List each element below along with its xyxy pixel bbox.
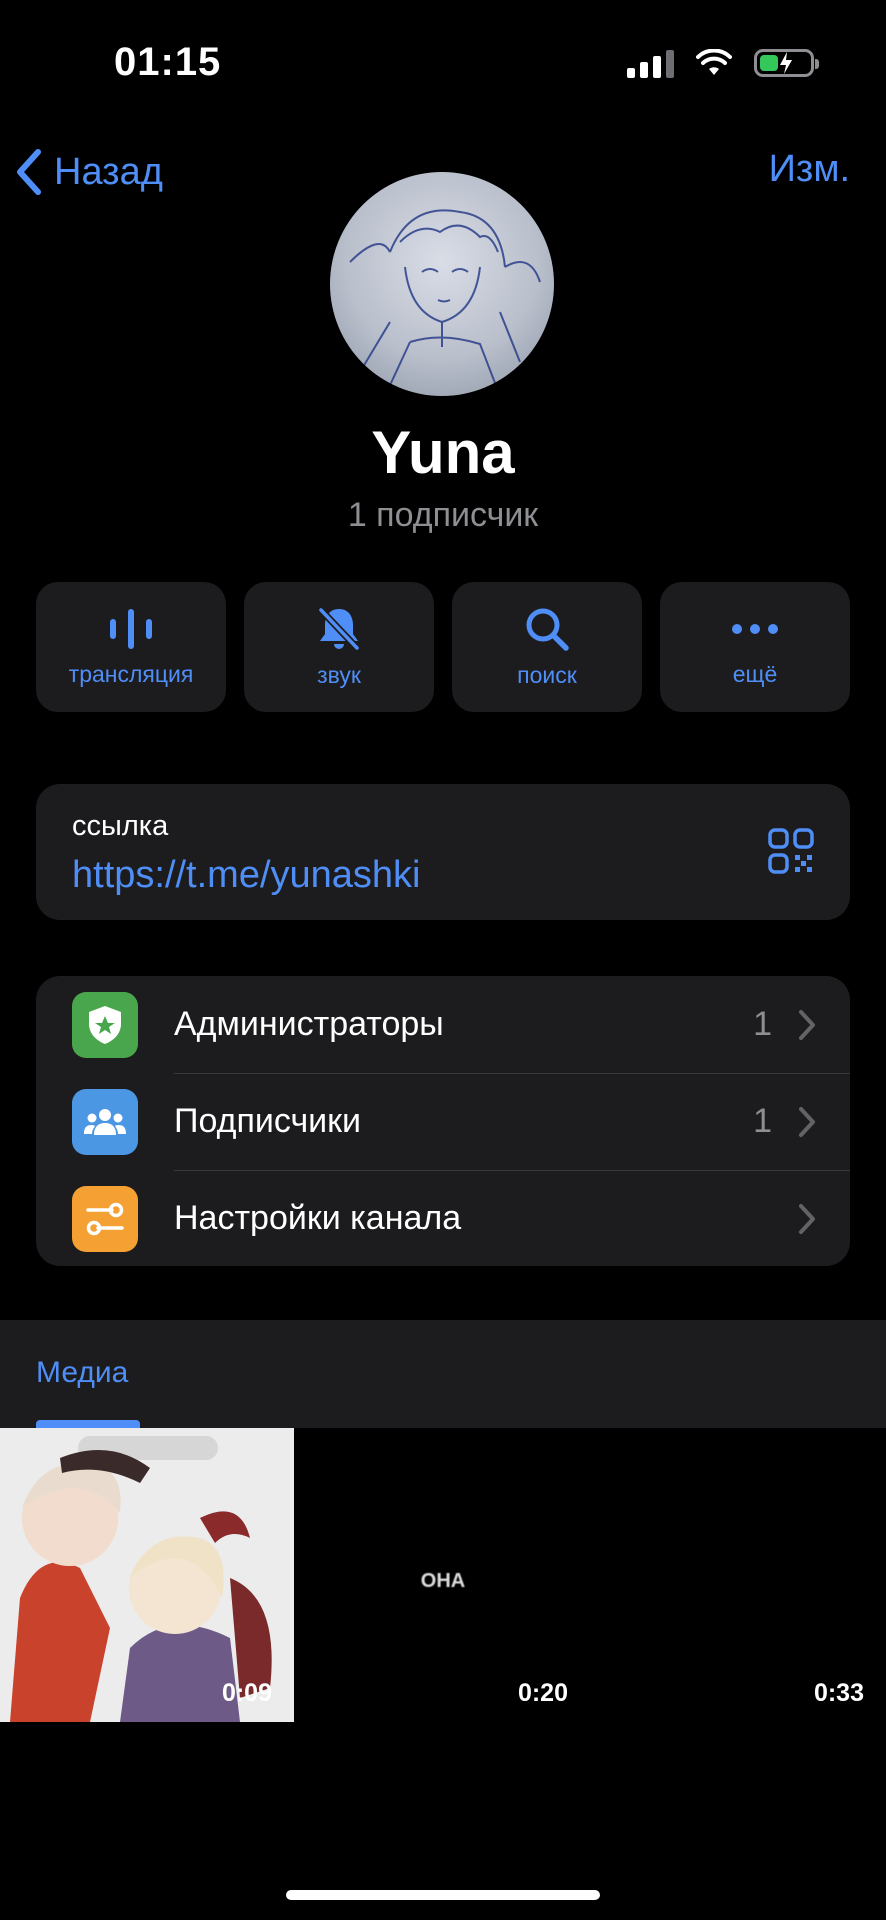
menu-item-subscribers[interactable]: Подписчики 1 <box>36 1073 850 1170</box>
tab-indicator <box>36 1420 140 1428</box>
media-thumbnail[interactable]: 0:09 <box>0 1428 294 1722</box>
menu-item-channel-settings[interactable]: Настройки канала <box>36 1170 850 1267</box>
channel-menu: Администраторы 1 Подписчики 1 Настройки … <box>36 976 850 1266</box>
menu-item-count: 1 <box>753 1102 772 1140</box>
video-duration: 0:20 <box>517 1679 568 1707</box>
chevron-right-icon <box>799 1203 815 1234</box>
chevron-right-icon <box>799 1009 815 1040</box>
chevron-left-icon <box>17 149 41 195</box>
menu-item-count: 1 <box>753 1005 772 1043</box>
status-time: 01:15 <box>114 40 222 84</box>
sound-label: звук <box>317 661 361 688</box>
video-overlay-text: ОНА <box>420 1570 466 1592</box>
more-button[interactable]: ещё <box>660 582 850 712</box>
menu-item-label: Подписчики <box>174 1102 362 1140</box>
search-icon <box>526 608 569 651</box>
link-url[interactable]: https://t.me/yunashki <box>72 854 421 897</box>
battery-icon <box>754 49 819 77</box>
status-icons <box>627 48 819 78</box>
subscriber-count: 1 подписчик <box>347 496 539 534</box>
edit-button[interactable]: Изм. <box>769 148 850 191</box>
more-label: ещё <box>732 660 778 687</box>
media-tab-bar <box>0 1320 886 1428</box>
more-icon <box>732 623 778 634</box>
media-thumbnail[interactable]: 0:33 <box>592 1428 886 1722</box>
sound-button[interactable]: звук <box>244 582 434 712</box>
broadcast-icon <box>110 608 152 649</box>
avatar[interactable] <box>330 172 554 396</box>
search-button[interactable]: поиск <box>452 582 642 712</box>
back-button[interactable]: Назад <box>14 148 163 196</box>
avatar-sketch <box>349 209 541 396</box>
channel-name: Yuna <box>371 419 515 486</box>
menu-item-label: Настройки канала <box>174 1199 462 1237</box>
broadcast-label: трансляция <box>68 660 194 687</box>
qr-code-icon[interactable] <box>768 828 814 874</box>
tab-media[interactable]: Медиа <box>36 1356 128 1390</box>
search-label: поиск <box>517 661 577 688</box>
chevron-right-icon <box>799 1106 815 1137</box>
media-artwork <box>0 1428 294 1722</box>
wifi-icon <box>696 49 732 75</box>
link-card[interactable]: ссылка https://t.me/yunashki <box>36 784 850 920</box>
signal-icon <box>627 48 674 78</box>
back-label: Назад <box>54 150 163 193</box>
link-caption: ссылка <box>72 810 169 842</box>
action-buttons: трансляция звук поиск ещё <box>36 582 850 712</box>
broadcast-button[interactable]: трансляция <box>36 582 226 712</box>
media-thumbnail[interactable]: ОНА 0:20 <box>296 1428 590 1722</box>
settings-sliders-icon <box>72 1185 138 1252</box>
people-icon <box>72 1088 138 1155</box>
bell-muted-icon <box>318 607 360 650</box>
admin-badge-icon <box>72 991 138 1058</box>
menu-item-label: Администраторы <box>174 1005 444 1043</box>
menu-item-administrators[interactable]: Администраторы 1 <box>36 976 850 1073</box>
home-indicator[interactable] <box>286 1890 600 1900</box>
video-duration: 0:33 <box>813 1679 864 1707</box>
video-duration: 0:09 <box>221 1679 272 1707</box>
